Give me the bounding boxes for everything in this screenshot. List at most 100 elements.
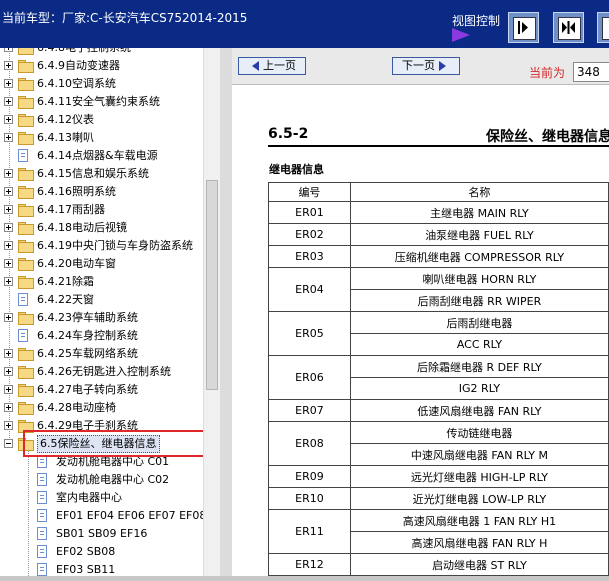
panel-splitter[interactable] (220, 48, 232, 576)
relay-id-cell: ER12 (268, 553, 351, 576)
section-number: 6.5-2 (268, 126, 309, 142)
expand-plus-icon[interactable] (4, 79, 13, 88)
table-row: ER04 喇叭继电器 HORN RLY (268, 267, 609, 312)
highlight-box (23, 430, 219, 457)
tree-item-label: 6.4.8电子控制系统 (37, 48, 131, 57)
table-row: ER10 近光灯继电器 LOW-LP RLY (268, 487, 609, 510)
folder-icon (18, 240, 34, 253)
scrollbar-thumb[interactable] (206, 180, 218, 390)
folder-icon (18, 402, 34, 415)
relay-id-cell: ER02 (268, 223, 351, 246)
tree-item-label: 6.4.18电动后视镜 (37, 221, 127, 234)
expand-plus-icon[interactable] (4, 187, 13, 196)
folder-icon (18, 204, 34, 217)
tree-item-label: 室内电器中心 (56, 491, 122, 504)
expand-plus-icon[interactable] (4, 115, 13, 124)
relay-name-cell: 高速风扇继电器 1 FAN RLY H1 (349, 509, 609, 532)
expand-plus-icon[interactable] (4, 205, 13, 214)
tree-item-label: EF02 SB08 (56, 545, 116, 558)
horizontal-scrollbar[interactable] (0, 576, 609, 581)
document-page: 6.5-2 保险丝、继电器信息 继电器信息 编号 名称 ER01 主继电器 MAI… (232, 85, 609, 576)
expand-plus-icon[interactable] (4, 313, 13, 322)
view-expand-button[interactable] (597, 12, 609, 43)
expand-plus-icon[interactable] (4, 403, 13, 412)
tree-guide-line (28, 448, 29, 578)
expand-plus-icon[interactable] (4, 259, 13, 268)
tree-item-label: 6.4.17雨刮器 (37, 203, 105, 216)
relay-id-cell: ER10 (268, 487, 351, 510)
table-row: ER01 主继电器 MAIN RLY (268, 201, 609, 224)
expand-plus-icon[interactable] (4, 169, 13, 178)
folder-icon (18, 258, 34, 271)
folder-icon (18, 186, 34, 199)
folder-icon (18, 168, 34, 181)
relay-id-cell: ER04 (268, 267, 351, 312)
document-icon (37, 545, 47, 558)
folder-icon (18, 312, 34, 325)
relay-id-cell: ER01 (268, 201, 351, 224)
view-control-label: 视图控制 (452, 14, 501, 28)
expand-plus-icon[interactable] (4, 97, 13, 106)
relay-id-cell: ER08 (268, 421, 351, 466)
table-row: ER03 压缩机继电器 COMPRESSOR RLY (268, 245, 609, 268)
section-divider (268, 145, 609, 147)
split-view-icon (558, 17, 581, 40)
document-icon (37, 509, 47, 522)
expand-plus-icon[interactable] (4, 421, 13, 430)
current-page-label: 当前为 (529, 66, 566, 80)
tree-item-label: 6.4.15信息和娱乐系统 (37, 167, 149, 180)
document-icon (37, 491, 47, 504)
document-icon (18, 293, 28, 306)
expand-plus-icon[interactable] (4, 241, 13, 250)
document-icon (37, 527, 47, 540)
expand-plus-icon[interactable] (4, 61, 13, 70)
current-page-input[interactable] (573, 62, 609, 82)
table-row: ER05 后雨刮继电器 (268, 311, 609, 356)
tree-item-label: 6.4.14点烟器&车载电源 (37, 149, 158, 162)
expand-plus-icon[interactable] (4, 48, 13, 52)
next-page-button[interactable]: 下一页 (392, 57, 460, 75)
expand-plus-icon[interactable] (4, 385, 13, 394)
relay-name-cell: 中速风扇继电器 FAN RLY M (349, 443, 609, 466)
page-nav-bar: 上一页 下一页 当前为 (232, 48, 609, 85)
relay-name-cell: 后雨刮继电器 RR WIPER (349, 289, 609, 312)
relay-id-cell: ER05 (268, 311, 351, 356)
document-icon (37, 473, 47, 486)
relay-name-cell: 喇叭继电器 HORN RLY (349, 267, 609, 290)
folder-icon (18, 276, 34, 289)
tree-item-label: 6.4.10空调系统 (37, 77, 116, 90)
relay-name-cell: 油泵继电器 FUEL RLY (349, 223, 609, 246)
window-title: 当前车型：厂家:C-长安汽车CS752014-2015 (2, 11, 248, 25)
collapse-minus-icon[interactable] (4, 439, 13, 448)
table-row: ER08 传动链继电器 (268, 421, 609, 466)
expand-plus-icon[interactable] (4, 349, 13, 358)
table-row: ER11 高速风扇继电器 1 FAN RLY H1 (268, 509, 609, 554)
expand-plus-icon[interactable] (4, 133, 13, 142)
tree-item-label: 6.4.11安全气囊约束系统 (37, 95, 160, 108)
view-collapse-left-button[interactable] (508, 12, 539, 43)
relay-name-cell: 启动继电器 ST RLY (349, 553, 609, 576)
folder-icon (18, 348, 34, 361)
tree-item-label: 6.4.22天窗 (37, 293, 94, 306)
folder-icon (18, 114, 34, 127)
table-row: ER12 启动继电器 ST RLY (268, 553, 609, 576)
table-row: ER09 远光灯继电器 HIGH-LP RLY (268, 465, 609, 488)
view-split-button[interactable] (553, 12, 584, 43)
collapse-left-icon (513, 17, 536, 40)
tree-item-label: 6.4.9自动变速器 (37, 59, 120, 72)
relay-name-cell: 高速风扇继电器 FAN RLY H (349, 531, 609, 554)
tree-item-label: 6.4.16照明系统 (37, 185, 116, 198)
prev-page-button[interactable]: 上一页 (238, 57, 306, 75)
tree-item-label: 6.4.24车身控制系统 (37, 329, 138, 342)
tree-item-label: 6.4.25车载网络系统 (37, 347, 138, 360)
expand-plus-icon[interactable] (4, 223, 13, 232)
document-icon (18, 329, 28, 342)
tree-vertical-scrollbar[interactable] (203, 48, 220, 578)
folder-icon (18, 132, 34, 145)
folder-icon (18, 60, 34, 73)
expand-plus-icon[interactable] (4, 277, 13, 286)
expand-plus-icon[interactable] (4, 367, 13, 376)
table-header-row: 编号 名称 (268, 182, 609, 202)
relay-id-cell: ER03 (268, 245, 351, 268)
tree-item-label: 6.4.26无钥匙进入控制系统 (37, 365, 171, 378)
